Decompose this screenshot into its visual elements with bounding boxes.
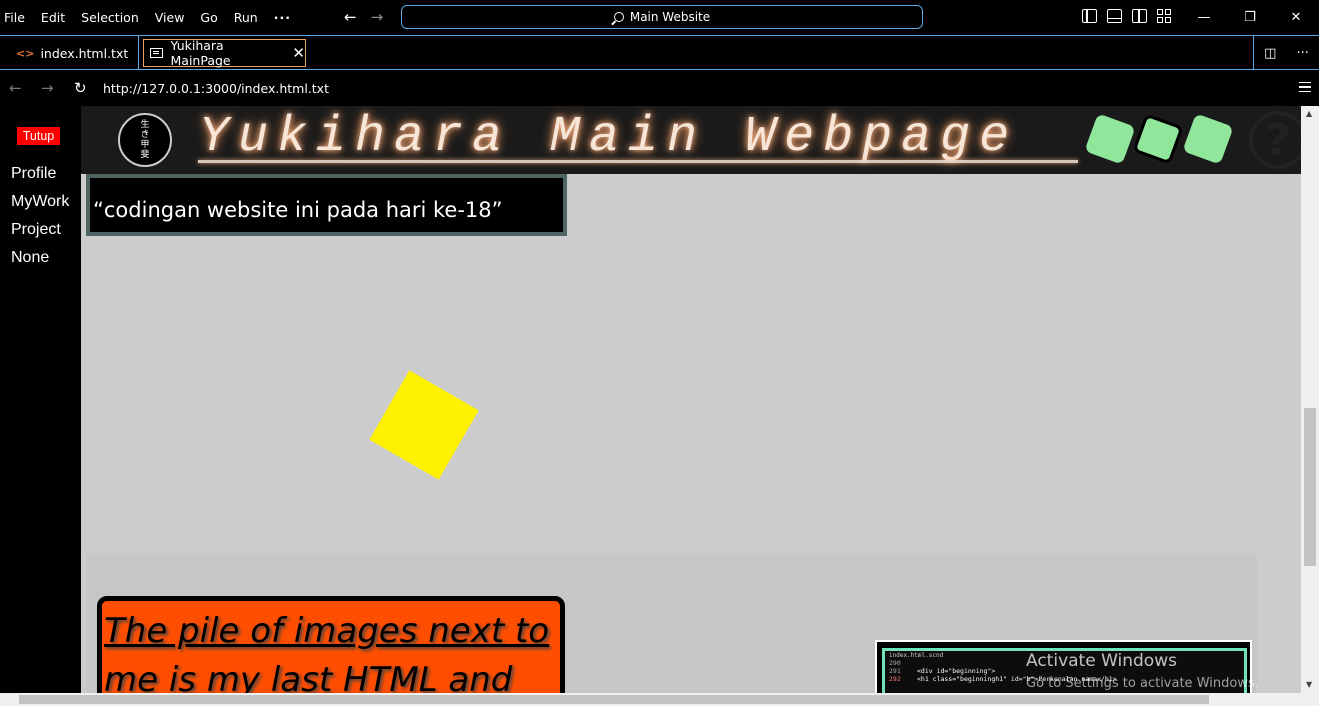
menu-more-icon[interactable]: ··· (266, 10, 299, 25)
green-tile (1132, 113, 1184, 165)
menu-file[interactable]: File (0, 10, 33, 25)
layout-controls (1082, 9, 1172, 23)
window-controls: — ❐ ✕ (1181, 0, 1319, 35)
menu-bar: File Edit Selection View Go Run ··· (0, 10, 299, 25)
kanji-logo: 生 き 甲 斐 (118, 113, 172, 167)
url-field[interactable]: http://127.0.0.1:3000/index.html.txt (103, 81, 329, 96)
split-editor-icon[interactable]: ◫ (1264, 46, 1276, 61)
history-nav: ← → (344, 8, 383, 26)
green-tile (1182, 113, 1234, 165)
back-arrow-icon[interactable]: ← (344, 8, 357, 26)
quote-box: “codingan website ini pada hari ke-18” (86, 174, 567, 236)
browser-forward-icon[interactable]: → (41, 79, 54, 97)
page-sidebar: Tutup Profile MyWork Project None (0, 106, 81, 693)
sidebar-item-project[interactable]: Project (11, 221, 61, 239)
activate-windows-title: Activate Windows (1026, 651, 1177, 671)
close-window-icon[interactable]: ✕ (1273, 0, 1319, 35)
menu-go[interactable]: Go (192, 10, 225, 25)
lower-section: The pile of images next to me is my last… (86, 555, 1257, 693)
toggle-secondary-sidebar-icon[interactable] (1132, 9, 1147, 23)
menu-view[interactable]: View (147, 10, 193, 25)
tab-label: Yukihara MainPage (170, 38, 231, 68)
sidebar-item-profile[interactable]: Profile (11, 165, 56, 183)
toggle-primary-sidebar-icon[interactable] (1082, 9, 1097, 23)
code-icon: <> (16, 46, 35, 60)
customize-layout-icon[interactable] (1157, 9, 1172, 23)
tab-index-html[interactable]: <> index.html.txt (0, 36, 139, 70)
restore-icon[interactable]: ❐ (1227, 0, 1273, 35)
scroll-up-icon[interactable]: ▲ (1306, 109, 1312, 118)
orange-text-box: The pile of images next to me is my last… (97, 596, 565, 693)
orange-box-text: The pile of images next to me is my last… (104, 611, 550, 693)
minimize-icon[interactable]: — (1181, 0, 1227, 35)
horizontal-scrollbar[interactable] (0, 693, 1319, 706)
browser-back-icon[interactable]: ← (9, 79, 22, 97)
tab-label: index.html.txt (40, 45, 129, 61)
menu-edit[interactable]: Edit (33, 10, 73, 25)
activate-windows-subtitle: Go to Settings to activate Windows. (1026, 676, 1259, 691)
sidebar-item-none[interactable]: None (11, 249, 49, 267)
quote-text: “codingan website ini pada hari ke-18” (93, 198, 503, 222)
search-icon (613, 12, 624, 22)
vertical-scroll-thumb[interactable] (1304, 408, 1316, 566)
horizontal-scroll-thumb[interactable] (19, 695, 1209, 704)
title-bar: File Edit Selection View Go Run ··· ← → … (0, 0, 1319, 35)
reload-icon[interactable]: ↻ (74, 79, 87, 97)
more-actions-icon[interactable]: ··· (1297, 46, 1309, 61)
title-underline (198, 160, 1078, 163)
forward-arrow-icon[interactable]: → (371, 8, 384, 26)
page-title: Yukihara Main Webpage (199, 109, 1019, 166)
editor-tab-bar: <> index.html.txt Yukihara MainPage ✕ ◫ … (0, 35, 1319, 70)
tab-actions: ◫ ··· (1253, 36, 1319, 70)
browser-menu-icon[interactable] (1299, 82, 1311, 92)
green-tile (1084, 113, 1136, 165)
help-icon[interactable]: ? (1249, 111, 1301, 169)
vertical-scrollbar[interactable]: ▲ ▼ (1301, 106, 1319, 693)
sidebar-item-mywork[interactable]: MyWork (11, 193, 69, 211)
tab-yukihara-mainpage[interactable]: Yukihara MainPage ✕ (143, 38, 306, 68)
menu-selection[interactable]: Selection (73, 10, 147, 25)
webpage-viewport: Tutup Profile MyWork Project None 生 き 甲 … (0, 106, 1301, 693)
command-center-label: Main Website (629, 10, 711, 24)
tutup-button[interactable]: Tutup (17, 127, 60, 145)
command-center[interactable]: Main Website (401, 5, 923, 29)
browser-toolbar: ← → ↻ http://127.0.0.1:3000/index.html.t… (0, 70, 1319, 106)
page-header-banner: 生 き 甲 斐 Yukihara Main Webpage ? (81, 106, 1301, 174)
toggle-panel-icon[interactable] (1107, 9, 1122, 23)
menu-run[interactable]: Run (226, 10, 266, 25)
scroll-down-icon[interactable]: ▼ (1306, 680, 1312, 689)
preview-icon (150, 48, 163, 58)
close-tab-icon[interactable]: ✕ (292, 44, 305, 62)
yellow-rotating-square (369, 370, 479, 480)
